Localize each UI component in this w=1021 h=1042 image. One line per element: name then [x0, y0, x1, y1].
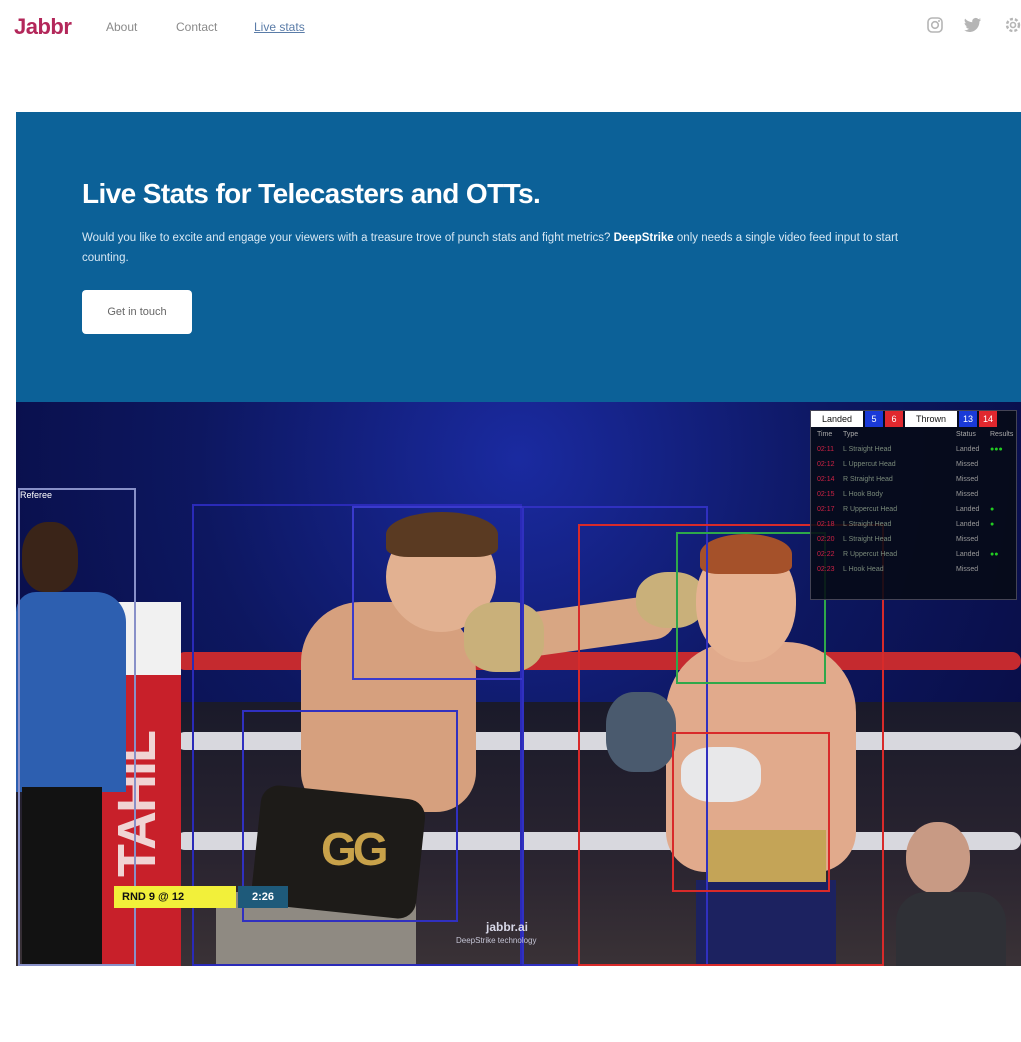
- hero-product-name: DeepStrike: [613, 232, 674, 244]
- settings-icon[interactable]: [1002, 14, 1021, 36]
- watermark: jabbr.ai: [486, 920, 529, 934]
- stats-cell-marks: ●●: [990, 551, 999, 558]
- stats-row: 02:18 L Straight Head Landed ●: [811, 517, 1016, 532]
- twitter-icon[interactable]: [962, 14, 984, 36]
- stats-cell-time: 02:14: [817, 476, 835, 483]
- detection-box-head-a: [352, 506, 524, 680]
- stats-cell-desc: L Straight Head: [843, 446, 892, 453]
- stats-cell-time: 02:18: [817, 521, 835, 528]
- stats-row: 02:20 L Straight Head Missed: [811, 532, 1016, 547]
- stats-cell-desc: R Uppercut Head: [843, 551, 898, 558]
- stats-cell-time: 02:20: [817, 536, 835, 543]
- stats-header: Landed 5 6 Thrown 13 14: [811, 411, 1016, 427]
- watermark-sub: DeepStrike technology: [456, 936, 537, 945]
- stats-cell-result: Missed: [956, 566, 979, 573]
- stats-cell-result: Missed: [956, 476, 979, 483]
- stats-cell-time: 02:17: [817, 506, 835, 513]
- stats-cell-result: Landed: [956, 551, 980, 558]
- stats-header-cell: Thrown: [905, 411, 957, 427]
- nav-link-about[interactable]: About: [106, 20, 137, 34]
- stats-cell-time: 02:22: [817, 551, 835, 558]
- stats-row: 02:14 R Straight Head Missed: [811, 472, 1016, 487]
- nav-link-contact[interactable]: Contact: [176, 20, 217, 34]
- stats-cell-time: 02:11: [817, 446, 834, 453]
- stats-cell-marks: ●: [990, 521, 995, 528]
- stats-cell-desc: L Straight Head: [843, 521, 892, 528]
- hero-description: Would you like to excite and engage your…: [82, 232, 899, 264]
- stats-header-cell: 14: [979, 411, 997, 427]
- stats-cell-desc: R Straight Head: [843, 476, 893, 483]
- stats-cell-result: Missed: [956, 536, 979, 543]
- stats-row: 02:22 R Uppercut Head Landed ●●: [811, 547, 1016, 562]
- stats-header-cell: Landed: [811, 411, 863, 427]
- brand-logo[interactable]: Jabbr: [14, 14, 72, 40]
- stats-header-cell: 13: [959, 411, 977, 427]
- stats-row: 02:12 L Uppercut Head Missed: [811, 457, 1016, 472]
- hero-banner: Live Stats for Telecasters and OTTs. Wou…: [16, 112, 1021, 402]
- hero-title: Live Stats for Telecasters and OTTs.: [82, 178, 541, 209]
- punch-stats-panel: Landed 5 6 Thrown 13 14 Time Type Status Resu…: [810, 410, 1017, 600]
- top-nav: Jabbr About Contact Live stats: [0, 0, 1021, 56]
- stats-cell-desc: L Uppercut Head: [843, 461, 896, 468]
- stats-cell-time: 02:15: [817, 491, 835, 498]
- stats-cell-desc: L Hook Body: [843, 491, 883, 498]
- get-in-touch-button[interactable]: Get in touch: [82, 290, 192, 334]
- detection-box-torso-b: [672, 732, 830, 892]
- stats-column-headers: Time Type Status Results: [817, 431, 1014, 438]
- stats-row: 02:17 R Uppercut Head Landed ●: [811, 502, 1016, 517]
- stats-cell-result: Missed: [956, 461, 979, 468]
- fight-video-preview[interactable]: TAHIL GG Referee Landed 5 6 Thrown 13 14 Time…: [16, 402, 1021, 966]
- stats-header-cell: 6: [885, 411, 903, 427]
- spectator: [896, 822, 1006, 966]
- stats-cell-result: Landed: [956, 521, 980, 528]
- stats-cell-result: Landed: [956, 446, 980, 453]
- round-clock: 2:26: [238, 886, 288, 908]
- stats-cell-desc: L Hook Head: [843, 566, 884, 573]
- nav-link-live-stats[interactable]: Live stats: [254, 20, 305, 34]
- stats-cell-time: 02:23: [817, 566, 835, 573]
- stats-cell-desc: R Uppercut Head: [843, 506, 898, 513]
- stats-cell-marks: ●: [990, 506, 995, 513]
- detection-label-referee: Referee: [20, 490, 53, 500]
- stats-row: 02:23 L Hook Head Missed: [811, 562, 1016, 577]
- stats-row: 02:11 L Straight Head Landed ●●●: [811, 442, 1016, 457]
- detection-box-head-b: [676, 532, 826, 684]
- stats-cell-result: Landed: [956, 506, 980, 513]
- stats-row: 02:15 L Hook Body Missed: [811, 487, 1016, 502]
- round-indicator: RND 9 @ 12: [114, 886, 236, 908]
- stats-cell-marks: ●●●: [990, 446, 1003, 453]
- stats-cell-time: 02:12: [817, 461, 835, 468]
- stats-cell-desc: L Straight Head: [843, 536, 892, 543]
- instagram-icon[interactable]: [924, 14, 946, 36]
- stats-cell-result: Missed: [956, 491, 979, 498]
- stats-header-cell: 5: [865, 411, 883, 427]
